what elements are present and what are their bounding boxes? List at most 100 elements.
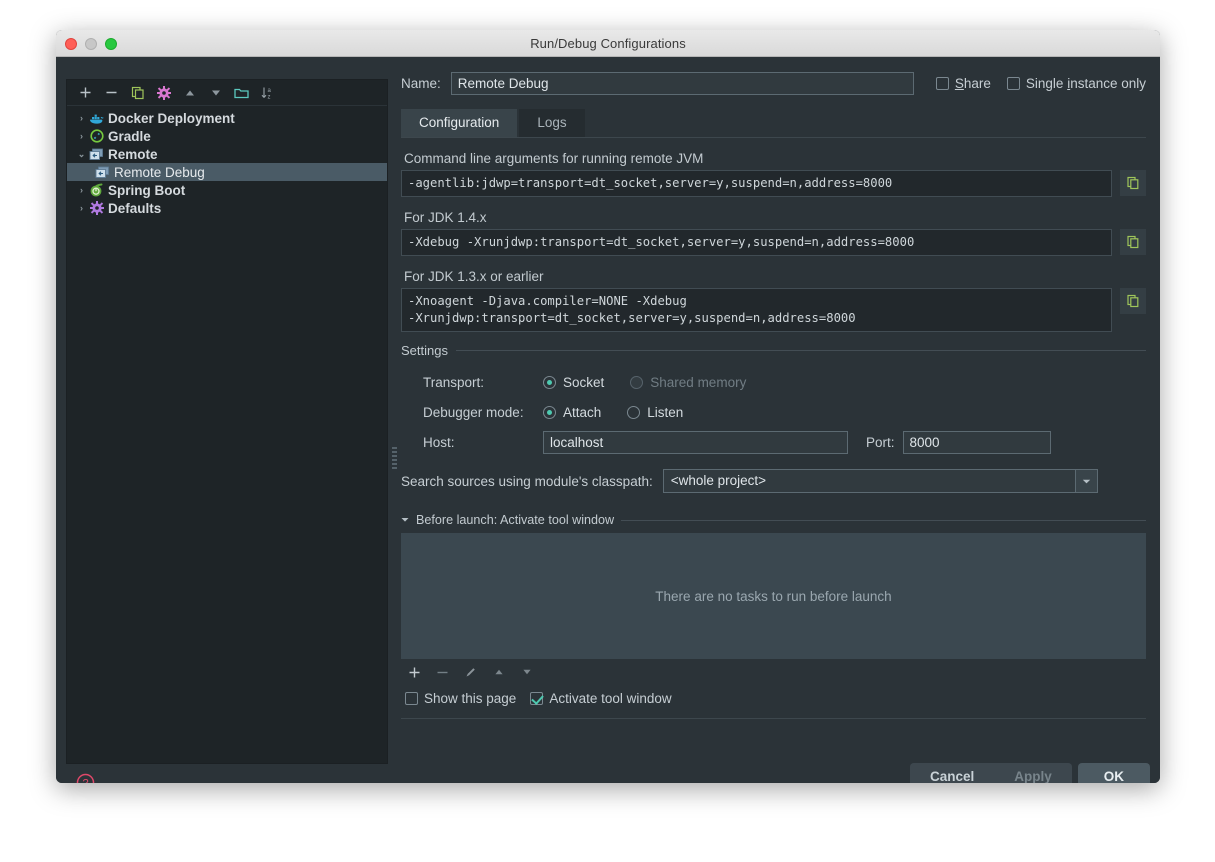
jdk14-field-row: -Xdebug -Xrunjdwp:transport=dt_socket,se… — [401, 229, 1146, 256]
zoom-window-button[interactable] — [105, 38, 117, 50]
debugger-mode-label: Debugger mode: — [423, 404, 524, 420]
help-icon[interactable]: ? — [76, 773, 95, 783]
cancel-apply-group: Cancel Apply — [909, 763, 1072, 783]
ok-button[interactable]: OK — [1077, 763, 1150, 783]
tree-item-gradle[interactable]: › Gradle — [67, 127, 387, 145]
remove-icon[interactable] — [103, 84, 120, 101]
edit-templates-gear-icon[interactable] — [155, 84, 172, 101]
single-instance-checkbox-box[interactable] — [1006, 76, 1020, 90]
show-this-page-checkbox[interactable]: Show this page — [405, 691, 516, 706]
apply-button: Apply — [994, 763, 1072, 783]
before-launch-task-list[interactable]: There are no tasks to run before launch — [401, 533, 1146, 659]
host-input[interactable] — [543, 430, 848, 454]
copy-jdk13-button[interactable] — [1120, 288, 1146, 314]
classpath-label: Search sources using module's classpath: — [401, 473, 653, 489]
tree-item-defaults[interactable]: › Defaults — [67, 199, 387, 217]
jdk13-field-row: -Xnoagent -Djava.compiler=NONE -Xdebug -… — [401, 288, 1146, 332]
settings-group-body: Transport: Socket Shared memory Debugger… — [401, 358, 1146, 457]
port-label: Port: — [866, 434, 895, 450]
tree-item-label: Defaults — [108, 200, 162, 216]
radio-shared-memory — [630, 375, 644, 389]
settings-group-title: Settings — [401, 343, 448, 358]
host-label: Host: — [423, 434, 455, 450]
single-instance-checkbox-label: Single instance only — [1025, 75, 1146, 91]
radio-listen[interactable] — [627, 405, 641, 419]
minimize-window-button[interactable] — [85, 38, 97, 50]
jdk13-value[interactable]: -Xnoagent -Djava.compiler=NONE -Xdebug -… — [401, 288, 1112, 332]
copy-icon — [1126, 294, 1140, 308]
tree-item-spring-boot[interactable]: › Spring Boot — [67, 181, 387, 199]
tree-item-remote[interactable]: ⌄ Remote — [67, 145, 387, 163]
name-checkbox-group: Share Single instance only — [935, 75, 1146, 91]
copy-jdk14-button[interactable] — [1120, 229, 1146, 255]
move-up-icon[interactable] — [181, 84, 198, 101]
collapse-arrow-icon[interactable]: ⌄ — [75, 149, 88, 160]
new-folder-icon[interactable] — [233, 84, 250, 101]
before-launch-header[interactable]: Before launch: Activate tool window — [401, 513, 1146, 527]
gradle-icon — [88, 129, 105, 144]
window-title: Run/Debug Configurations — [530, 35, 686, 51]
copy-cmdline-button[interactable] — [1120, 170, 1146, 196]
cancel-button[interactable]: Cancel — [909, 763, 995, 783]
editor-tabs: Configuration Logs — [401, 109, 1146, 138]
classpath-combobox[interactable]: <whole project> — [662, 469, 1098, 493]
tab-logs[interactable]: Logs — [519, 109, 585, 137]
before-launch-options: Show this page Activate tool window — [401, 691, 1146, 706]
activate-tool-window-checkbox[interactable]: Activate tool window — [530, 691, 672, 706]
svg-text:?: ? — [82, 778, 88, 783]
name-row: Name: Share Single instance only — [401, 71, 1146, 95]
expand-arrow-icon[interactable]: › — [75, 185, 88, 195]
transport-option-socket-label: Socket — [563, 374, 605, 390]
share-checkbox[interactable]: Share — [935, 75, 991, 91]
pane-splitter-handle[interactable] — [390, 442, 398, 474]
sort-alphabetically-icon[interactable]: a z — [259, 84, 276, 101]
show-this-page-label: Show this page — [424, 691, 517, 706]
radio-attach[interactable] — [543, 405, 556, 419]
close-window-button[interactable] — [65, 38, 77, 50]
tree-item-docker-deployment[interactable]: › Docker Deployment — [67, 109, 387, 127]
add-task-icon[interactable] — [407, 665, 422, 680]
tree-item-label: Spring Boot — [108, 182, 186, 198]
jdk14-value[interactable]: -Xdebug -Xrunjdwp:transport=dt_socket,se… — [401, 229, 1112, 256]
debugger-mode-option-listen[interactable]: Listen — [627, 405, 683, 420]
move-down-icon[interactable] — [207, 84, 224, 101]
debugger-mode-option-attach[interactable]: Attach — [543, 405, 601, 420]
settings-group-divider — [455, 350, 1146, 351]
before-launch-divider — [621, 519, 1146, 521]
single-instance-only-checkbox[interactable]: Single instance only — [1006, 75, 1146, 91]
expand-arrow-icon[interactable]: › — [75, 203, 88, 213]
cmdline-label: Command line arguments for running remot… — [404, 151, 704, 166]
show-this-page-checkbox-box[interactable] — [405, 692, 418, 705]
debugger-mode-row: Debugger mode: Attach Listen — [423, 397, 1146, 427]
share-checkbox-box[interactable] — [935, 76, 949, 90]
tab-configuration[interactable]: Configuration — [401, 109, 518, 137]
jdk14-label: For JDK 1.4.x — [404, 210, 487, 225]
move-task-down-icon — [519, 665, 534, 680]
configurations-tree: › Docker Deployment › Gradle ⌄ Remote Re… — [67, 106, 387, 217]
tree-item-remote-debug[interactable]: Remote Debug — [67, 163, 387, 181]
window-titlebar[interactable]: Run/Debug Configurations — [56, 30, 1160, 57]
traffic-light-group — [65, 38, 117, 50]
before-launch-title: Before launch: Activate tool window — [416, 513, 615, 527]
configuration-editor-pane: Name: Share Single instance only — [401, 71, 1146, 719]
edit-task-icon — [463, 665, 478, 680]
tree-item-label: Gradle — [108, 128, 151, 144]
transport-option-socket[interactable]: Socket — [543, 375, 604, 390]
transport-option-shared-memory: Shared memory — [630, 375, 746, 390]
cmdline-value[interactable]: -agentlib:jdwp=transport=dt_socket,serve… — [401, 170, 1112, 197]
name-input[interactable] — [450, 71, 914, 95]
expand-arrow-icon[interactable]: › — [75, 131, 88, 141]
radio-socket[interactable] — [543, 375, 556, 389]
remote-icon — [94, 165, 111, 180]
activate-tool-window-checkbox-box[interactable] — [530, 692, 544, 705]
add-icon[interactable] — [77, 84, 94, 101]
footer-divider — [401, 718, 1146, 719]
expand-arrow-icon[interactable]: › — [75, 113, 88, 123]
share-checkbox-label: Share — [954, 75, 991, 91]
triangle-down-icon[interactable] — [401, 517, 409, 523]
copy-configuration-icon[interactable] — [129, 84, 146, 101]
chevron-down-icon[interactable] — [1074, 470, 1097, 492]
before-launch-empty-message: There are no tasks to run before launch — [655, 588, 892, 604]
transport-option-shared-memory-label: Shared memory — [650, 374, 747, 390]
port-input[interactable] — [902, 430, 1051, 454]
